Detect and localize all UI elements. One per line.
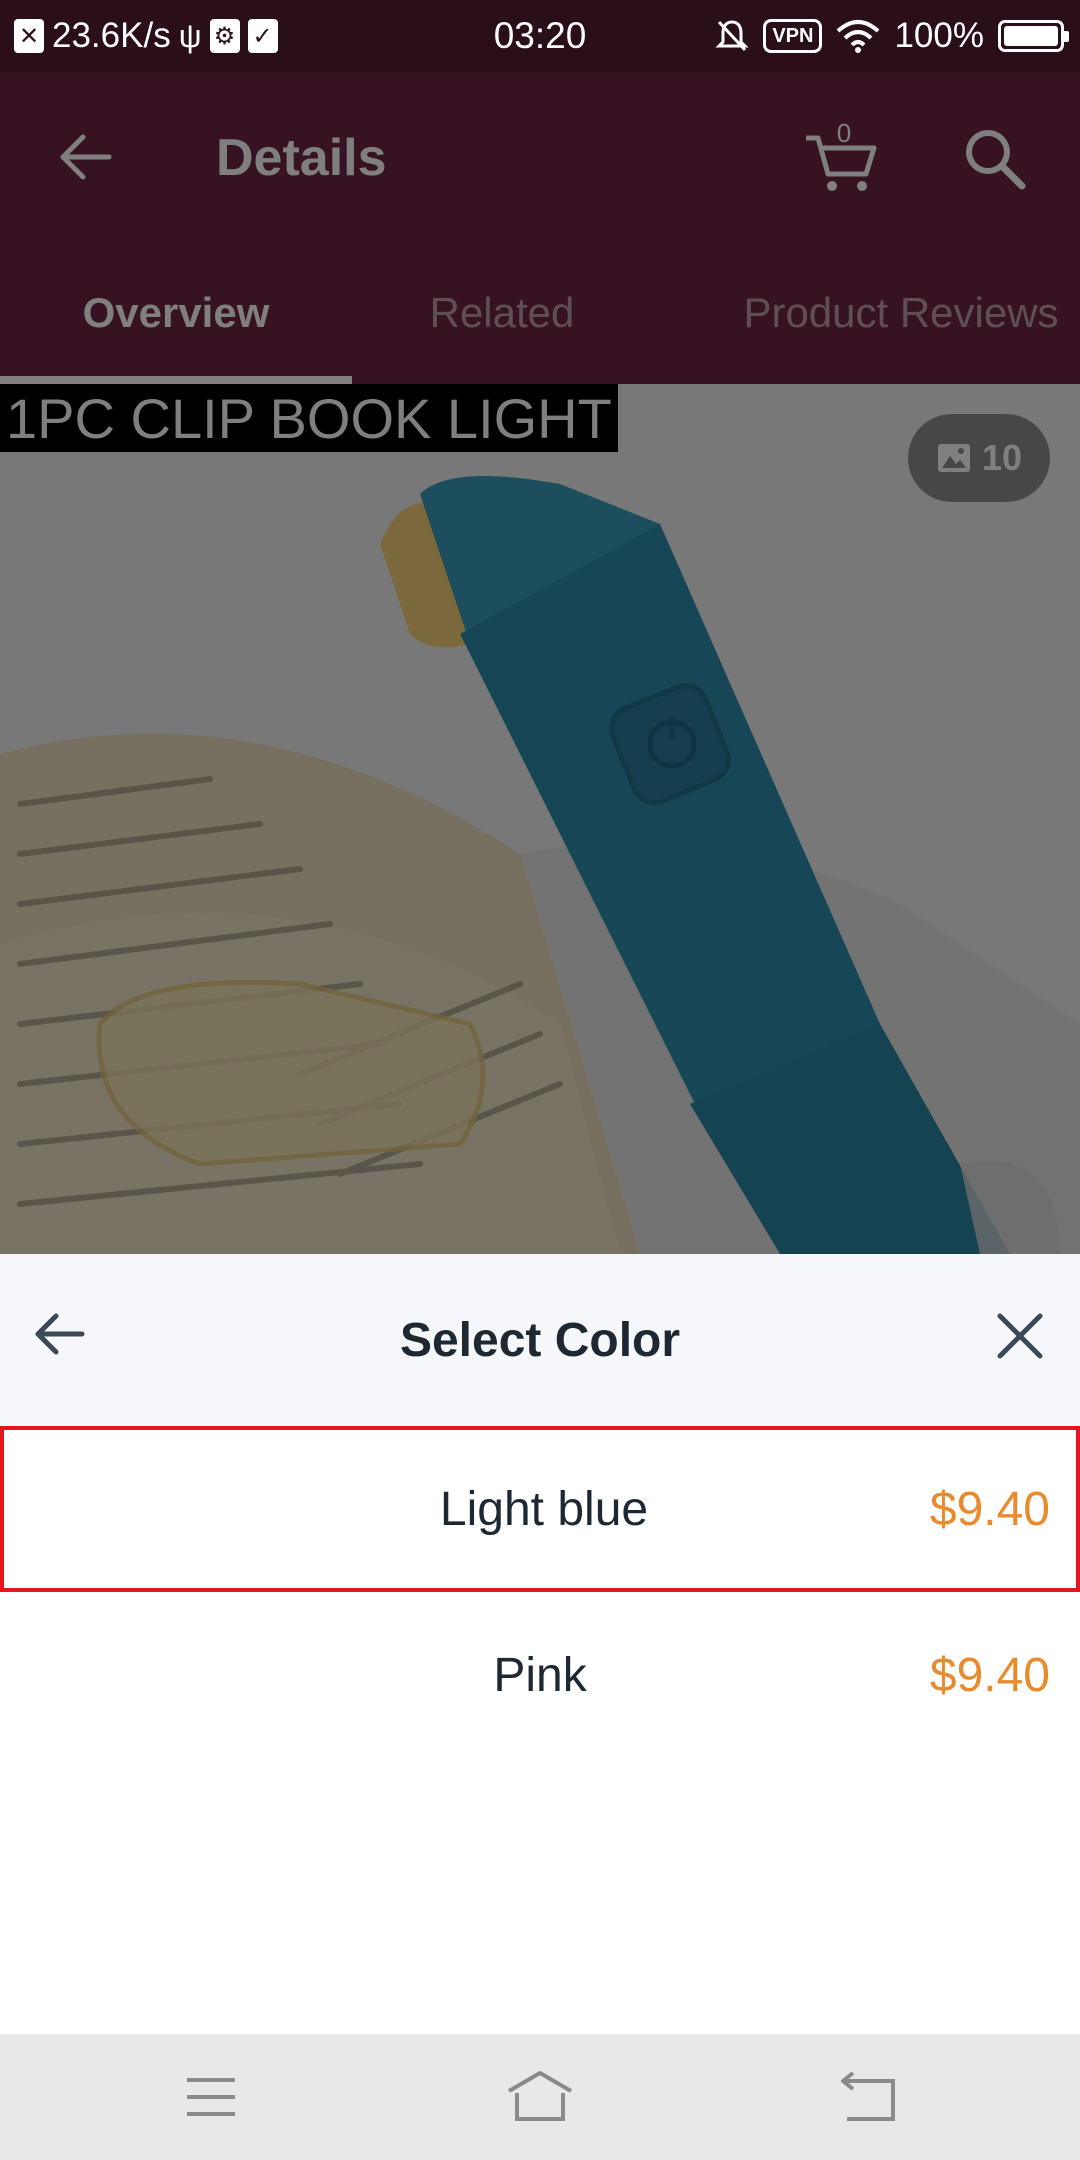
tab-product-reviews[interactable]: Product Reviews [652,242,1080,384]
option-label: Pink [493,1648,587,1702]
status-right: VPN 100% [715,0,1069,72]
usb-icon: ψ [178,17,202,54]
usb-debug-icon: ⚙ [209,19,240,53]
search-icon[interactable] [960,124,1030,194]
header-toolbar: Details 0 [0,72,1080,242]
page-title: Details [216,129,387,187]
system-nav-bar [0,2034,1080,2160]
sheet-title: Select Color [399,1313,681,1367]
product-banner: 1PC CLIP BOOK LIGHT [0,384,618,452]
tab-bar: Overview Related Product Reviews [0,242,1080,384]
cart-icon[interactable]: 0 [800,116,880,196]
option-label: Light blue [439,1482,649,1536]
notification-x-icon: ✕ [14,19,44,53]
product-image[interactable]: 1PC CLIP BOOK LIGHT 10 [0,384,1080,1254]
vpn-icon: VPN [763,19,823,53]
home-icon[interactable] [505,2064,575,2130]
battery-percent: 100% [894,16,984,55]
close-icon[interactable] [990,1306,1050,1366]
menu-icon[interactable] [176,2064,246,2130]
product-photo [0,476,1080,1254]
image-icon [937,444,970,472]
photo-count-badge[interactable]: 10 [908,414,1050,502]
option-price: $9.40 [929,1648,1050,1702]
select-color-sheet: Select Color Light blue $9.40 Pink $9.40 [0,1254,1080,2034]
cart-count: 0 [837,118,851,148]
tab-related[interactable]: Related [352,242,652,384]
option-price: $9.40 [929,1482,1050,1536]
photo-count: 10 [981,437,1023,478]
color-option-pink[interactable]: Pink $9.40 [0,1592,1080,1758]
tab-indicator [0,376,352,384]
back-arrow-icon[interactable] [52,124,118,190]
status-bar: ✕ 23.6K/s ψ ⚙ ✓ 03:20 VPN 100% [0,0,1080,72]
mute-bell-icon [715,20,749,52]
wifi-icon [837,20,880,53]
app-header: Details 0 Overview Related Product Revie… [0,72,1080,384]
network-speed: 23.6K/s [52,16,171,55]
sheet-header: Select Color [0,1254,1080,1426]
back-icon[interactable] [834,2064,904,2130]
clipboard-check-icon: ✓ [247,19,278,53]
battery-icon [998,20,1069,52]
tab-overview[interactable]: Overview [0,242,352,384]
status-left: ✕ 23.6K/s ψ ⚙ ✓ [14,0,278,72]
color-option-light-blue[interactable]: Light blue $9.40 [0,1426,1080,1592]
